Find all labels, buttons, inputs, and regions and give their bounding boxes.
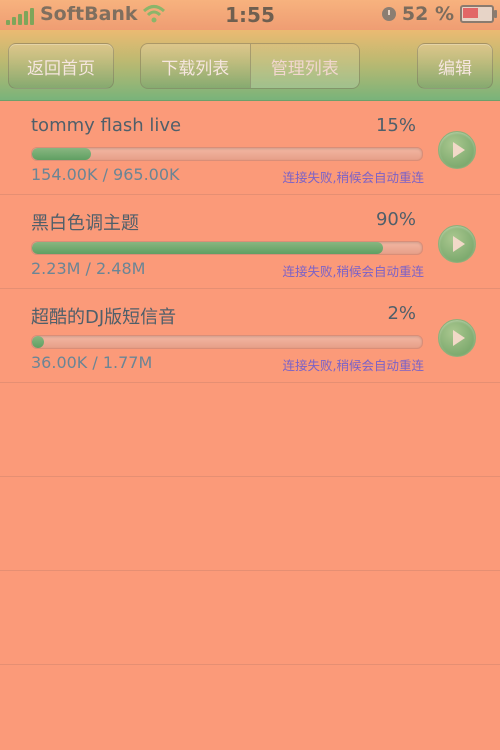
status-right: 52 % — [381, 3, 497, 25]
segmented-control: 下载列表 管理列表 — [140, 43, 360, 89]
download-size: 36.00K / 1.77M — [31, 353, 153, 372]
progress-fill — [32, 242, 383, 254]
status-bar: SoftBank 1:55 52 % — [0, 0, 500, 30]
empty-row — [0, 383, 500, 477]
play-button[interactable] — [438, 225, 476, 263]
download-status: 连接失败,稍候会自动重连 — [282, 358, 424, 373]
download-name: 超酷的DJ版短信音 — [31, 307, 177, 328]
battery-level-fill — [463, 8, 478, 18]
progress-bar — [31, 147, 423, 161]
progress-fill — [32, 148, 91, 160]
back-home-button[interactable]: 返回首页 — [8, 43, 114, 89]
download-name: tommy flash live — [31, 115, 182, 136]
download-item[interactable]: tommy flash live 15% 154.00K / 965.00K 连… — [0, 101, 500, 195]
download-percent: 15% — [375, 115, 416, 136]
progress-fill — [32, 336, 44, 348]
progress-bar — [31, 241, 423, 255]
download-status: 连接失败,稍候会自动重连 — [282, 264, 424, 279]
progress-bar — [31, 335, 423, 349]
tab-manage-list[interactable]: 管理列表 — [249, 44, 359, 88]
download-item[interactable]: 黑白色调主题 90% 2.23M / 2.48M 连接失败,稍候会自动重连 — [0, 195, 500, 289]
play-icon — [453, 142, 465, 158]
download-name: 黑白色调主题 — [31, 213, 139, 234]
download-size: 2.23M / 2.48M — [31, 259, 146, 278]
download-percent: 2% — [387, 303, 416, 324]
edit-button[interactable]: 编辑 — [417, 43, 493, 89]
download-list: tommy flash live 15% 154.00K / 965.00K 连… — [0, 101, 500, 665]
play-icon — [453, 236, 465, 252]
empty-row — [0, 571, 500, 665]
tab-download-list[interactable]: 下载列表 — [141, 44, 250, 88]
empty-row — [0, 477, 500, 571]
download-status: 连接失败,稍候会自动重连 — [282, 170, 424, 185]
download-size: 154.00K / 965.00K — [31, 165, 180, 184]
play-button[interactable] — [438, 131, 476, 169]
play-button[interactable] — [438, 319, 476, 357]
download-percent: 90% — [375, 209, 416, 230]
rotation-lock-icon — [381, 7, 396, 21]
navigation-bar: 返回首页 下载列表 管理列表 编辑 — [0, 30, 500, 101]
battery-icon — [460, 5, 497, 23]
play-icon — [453, 330, 465, 346]
battery-percent: 52 % — [401, 3, 454, 25]
download-item[interactable]: 超酷的DJ版短信音 2% 36.00K / 1.77M 连接失败,稍候会自动重连 — [0, 289, 500, 383]
